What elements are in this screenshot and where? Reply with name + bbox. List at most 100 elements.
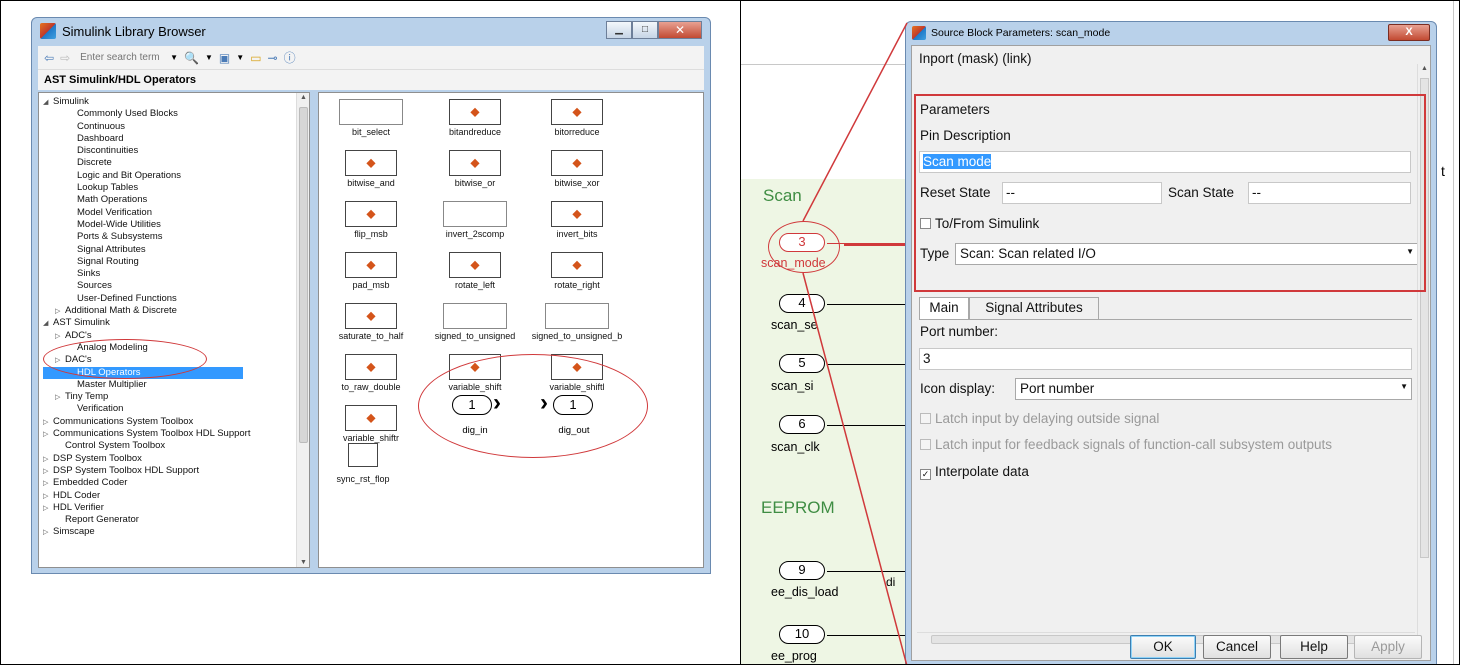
help-icon[interactable]: ⓘ: [284, 49, 296, 66]
tree-item[interactable]: ▷ DSP System Toolbox HDL Support: [43, 465, 309, 477]
search-icon[interactable]: 🔍: [184, 51, 199, 65]
tree-item[interactable]: Logic and Bit Operations: [43, 170, 309, 182]
scroll-up-icon[interactable]: ▲: [297, 94, 309, 101]
port-number-field[interactable]: 3: [919, 348, 1412, 370]
search-dropdown-icon[interactable]: ▼: [170, 53, 178, 62]
tree-item[interactable]: ▷ DAC's: [43, 354, 309, 366]
tree-item[interactable]: ▷ Embedded Coder: [43, 477, 309, 489]
tree-item[interactable]: Sinks: [43, 268, 309, 280]
collapsed-twisty-icon[interactable]: ▷: [43, 503, 53, 515]
library-block[interactable]: ◆ bitandreduce: [423, 99, 527, 144]
library-block[interactable]: ◆ flip_msb: [319, 201, 423, 246]
tree-item[interactable]: ▷ Communications System Toolbox: [43, 416, 309, 428]
apply-button[interactable]: Apply: [1354, 635, 1422, 659]
library-block[interactable]: ◆ invert_bits: [527, 201, 627, 246]
tree-item[interactable]: Model Verification: [43, 207, 309, 219]
to-from-simulink-checkbox[interactable]: To/From Simulink: [920, 216, 1039, 231]
collapsed-twisty-icon[interactable]: ▷: [43, 429, 53, 441]
library-block[interactable]: ◆ variable_shift: [423, 354, 527, 399]
tree-item[interactable]: Discrete: [43, 157, 309, 169]
inport-block[interactable]: 10: [779, 625, 825, 644]
library-tree[interactable]: ◢ Simulink Commonly Used Blocks Continuous D…: [38, 92, 310, 568]
dialog-scroll-thumb[interactable]: [1420, 78, 1429, 558]
dialog-titlebar[interactable]: Source Block Parameters: scan_mode: [906, 22, 1436, 44]
library-block[interactable]: ◆ bitwise_or: [423, 150, 527, 195]
scroll-down-icon[interactable]: ▼: [297, 559, 309, 566]
interpolate-data-checkbox[interactable]: ✓ Interpolate data: [920, 464, 1029, 480]
new-dropdown-icon[interactable]: ▼: [236, 53, 244, 62]
pin-description-field[interactable]: Scan mode: [919, 151, 1411, 173]
search-input[interactable]: [80, 49, 167, 66]
pin-icon[interactable]: ⊸: [268, 51, 278, 65]
forward-arrow-icon[interactable]: ⇨: [60, 51, 70, 65]
new-model-icon[interactable]: ▣: [219, 51, 230, 65]
tab-main[interactable]: Main: [919, 297, 969, 319]
tree-item[interactable]: Dashboard: [43, 133, 309, 145]
library-block[interactable]: ◆ bitwise_xor: [527, 150, 627, 195]
collapsed-twisty-icon[interactable]: ▷: [43, 478, 53, 490]
collapsed-twisty-icon[interactable]: ▷: [55, 392, 65, 404]
expanded-twisty-icon[interactable]: ◢: [43, 97, 53, 109]
tree-item[interactable]: Continuous: [43, 121, 309, 133]
tree-item[interactable]: ▷ Simscape: [43, 526, 309, 538]
help-button[interactable]: Help: [1280, 635, 1348, 659]
inport-block[interactable]: 3: [779, 233, 825, 252]
library-block[interactable]: ◆ rotate_left: [423, 252, 527, 297]
tree-item[interactable]: Signal Attributes: [43, 244, 309, 256]
scroll-up-icon[interactable]: ▲: [1418, 65, 1431, 72]
library-block[interactable]: invert_2scomp: [423, 201, 527, 246]
open-folder-icon[interactable]: ▭: [250, 51, 261, 65]
tree-item[interactable]: Sources: [43, 280, 309, 292]
dialog-vertical-scrollbar[interactable]: ▲: [1417, 64, 1430, 644]
type-select[interactable]: Scan: Scan related I/O ▼: [955, 243, 1418, 265]
tree-item[interactable]: Lookup Tables: [43, 182, 309, 194]
tree-scroll-thumb[interactable]: [299, 107, 308, 443]
library-block[interactable]: signed_to_unsigned_b: [527, 303, 627, 348]
block-sync-rst-flop[interactable]: sync_rst_flop: [323, 443, 403, 487]
tree-item[interactable]: ▷ Tiny Temp: [43, 391, 309, 403]
library-block[interactable]: ◆ saturate_to_half: [319, 303, 423, 348]
collapsed-twisty-icon[interactable]: ▷: [43, 491, 53, 503]
tree-item[interactable]: ▷ Additional Math & Discrete: [43, 305, 309, 317]
tree-item[interactable]: ▷ DSP System Toolbox: [43, 453, 309, 465]
tree-item[interactable]: Report Generator: [43, 514, 309, 526]
icon-display-select[interactable]: Port number ▼: [1015, 378, 1412, 400]
library-block[interactable]: signed_to_unsigned: [423, 303, 527, 348]
tree-item[interactable]: Signal Routing: [43, 256, 309, 268]
tree-item[interactable]: Master Multiplier: [43, 379, 309, 391]
tree-item[interactable]: Control System Toolbox: [43, 440, 309, 452]
latch-outside-checkbox[interactable]: Latch input by delaying outside signal: [920, 411, 1159, 426]
tree-item[interactable]: Model-Wide Utilities: [43, 219, 309, 231]
tree-item[interactable]: ◢ Simulink: [43, 96, 309, 108]
tree-item[interactable]: ▷ HDL Coder: [43, 490, 309, 502]
search-options-dropdown-icon[interactable]: ▼: [205, 53, 213, 62]
expanded-twisty-icon[interactable]: ◢: [43, 318, 53, 330]
library-block[interactable]: ◆ pad_msb: [319, 252, 423, 297]
tree-item[interactable]: ▷ HDL Verifier: [43, 502, 309, 514]
collapsed-twisty-icon[interactable]: ▷: [55, 355, 65, 367]
cancel-button[interactable]: Cancel: [1203, 635, 1271, 659]
maximize-button[interactable]: □: [632, 21, 658, 39]
tree-item[interactable]: ▷ Communications System Toolbox HDL Suppo…: [43, 428, 309, 440]
latch-feedback-checkbox[interactable]: Latch input for feedback signals of func…: [920, 437, 1332, 452]
scan-state-field[interactable]: --: [1248, 182, 1411, 204]
inport-block[interactable]: 4: [779, 294, 825, 313]
library-block[interactable]: ◆ to_raw_double: [319, 354, 423, 399]
library-block[interactable]: ◆ bitwise_and: [319, 150, 423, 195]
tree-item[interactable]: Analog Modeling: [43, 342, 309, 354]
tree-item[interactable]: User-Defined Functions: [43, 293, 309, 305]
tree-item[interactable]: Math Operations: [43, 194, 309, 206]
reset-state-field[interactable]: --: [1002, 182, 1162, 204]
tree-scrollbar[interactable]: ▲ ▼: [296, 93, 309, 567]
inport-block[interactable]: 5: [779, 354, 825, 373]
back-arrow-icon[interactable]: ⇦: [44, 51, 54, 65]
tree-item[interactable]: ◢ AST Simulink: [43, 317, 309, 329]
dialog-close-button[interactable]: X: [1388, 24, 1430, 41]
collapsed-twisty-icon[interactable]: ▷: [55, 331, 65, 343]
tree-item[interactable]: Discontinuities: [43, 145, 309, 157]
inport-block[interactable]: 6: [779, 415, 825, 434]
library-block[interactable]: ◆ bitorreduce: [527, 99, 627, 144]
inport-block[interactable]: 9: [779, 561, 825, 580]
library-block[interactable]: bit_select: [319, 99, 423, 144]
collapsed-twisty-icon[interactable]: ▷: [43, 527, 53, 539]
